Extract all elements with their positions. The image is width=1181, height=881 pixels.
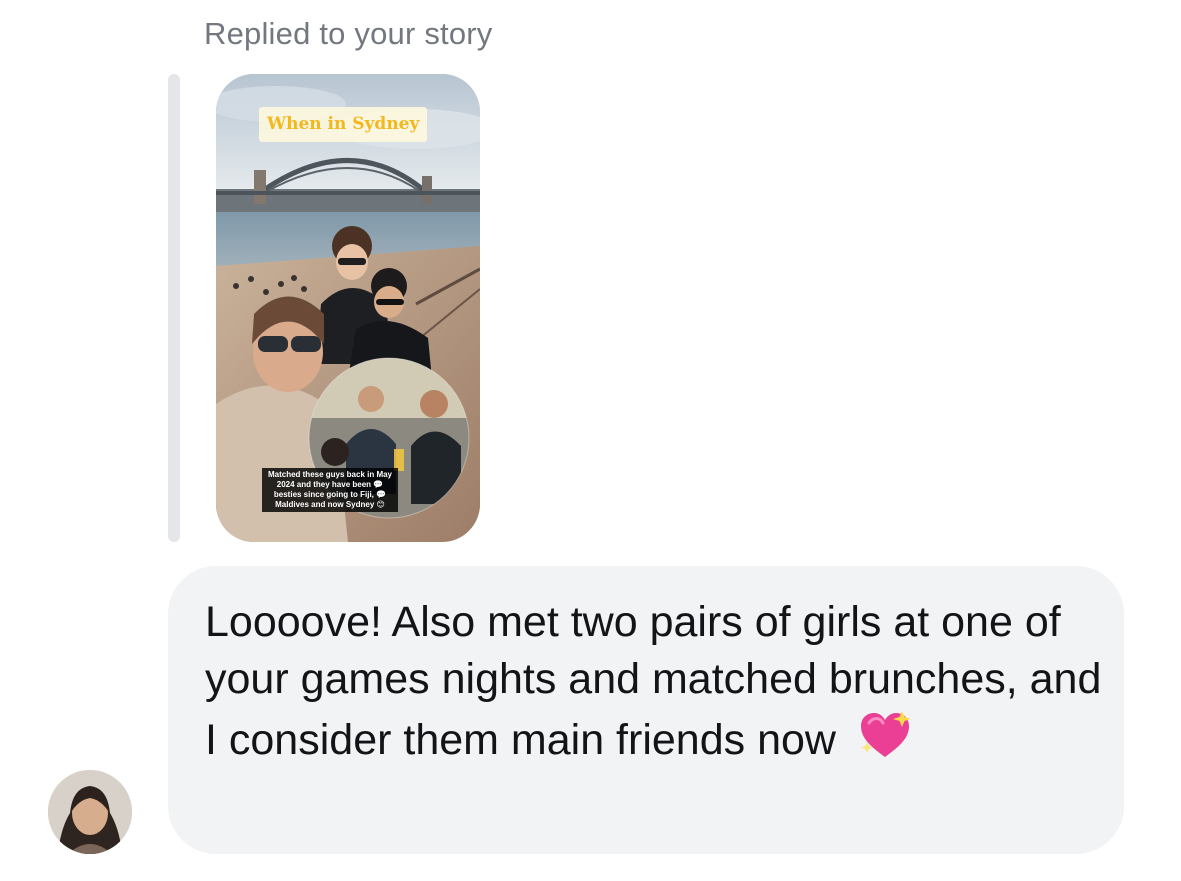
direct-message-thread: Replied to your story When in Sydney Mat… [0,0,1181,881]
reply-quote-bar [168,74,180,542]
incoming-message-bubble[interactable]: Loooove! Also met two pairs of girls at … [168,566,1124,854]
message-text-wrap: Loooove! Also met two pairs of girls at … [205,594,1105,769]
sparkling-heart-icon [856,708,914,762]
story-reply-label: Replied to your story [204,16,493,51]
story-reply-preview[interactable]: When in Sydney Matched these guys back i… [216,74,480,542]
sender-avatar[interactable] [48,770,132,854]
story-title-sticker: When in Sydney [259,107,428,142]
story-caption-text: Matched these guys back in May 2024 and … [262,468,398,512]
message-text: Loooove! Also met two pairs of girls at … [205,598,1102,764]
